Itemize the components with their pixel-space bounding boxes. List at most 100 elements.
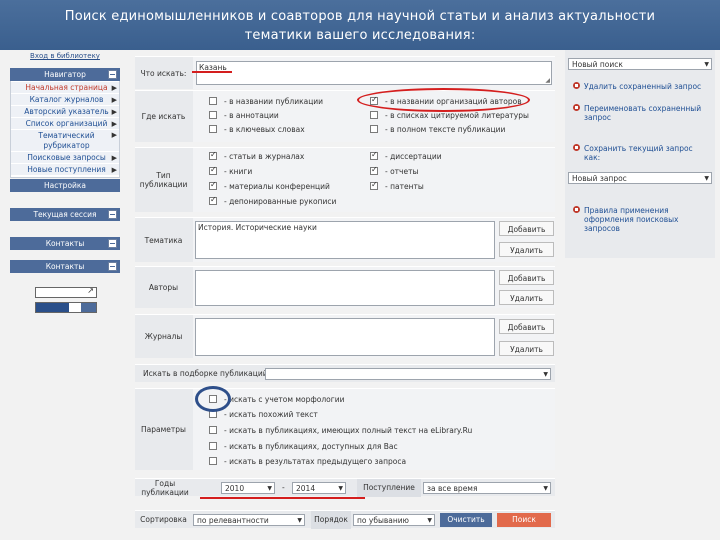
type-body: - статьи в журналах - книги - материалы … — [193, 148, 555, 212]
collapse-icon[interactable] — [108, 262, 117, 271]
option-previous-results: - искать в результатах предыдущего запро… — [224, 457, 407, 466]
save-query-text: Сохранить текущий запрос как: — [584, 144, 693, 162]
collapse-icon[interactable] — [108, 239, 117, 248]
nav-item-label: Тематический рубрикатор — [38, 131, 95, 150]
checkbox-books[interactable] — [209, 165, 217, 175]
authors-body: Добавить Удалить — [193, 267, 555, 308]
navigator-header[interactable]: Навигатор — [10, 68, 120, 81]
received-select[interactable]: за все время ▼ — [423, 482, 551, 494]
save-query-link[interactable]: Сохранить текущий запрос как: — [573, 144, 711, 162]
nav-item-organizations[interactable]: Список организаций ▶ — [11, 118, 119, 130]
checkbox-conferences[interactable] — [209, 180, 217, 190]
journal-row: Журналы Добавить Удалить — [135, 314, 555, 358]
clear-button[interactable]: Очистить — [440, 513, 492, 527]
checkbox-keywords[interactable] — [209, 125, 217, 133]
option-manuscripts: - депонированные рукописи — [224, 197, 337, 206]
year-to-select[interactable]: 2014 ▼ — [292, 482, 346, 494]
nav-item-journals[interactable]: Каталог журналов ▶ — [11, 94, 119, 106]
collapse-icon[interactable] — [108, 70, 117, 79]
received-label: Поступление — [357, 479, 421, 497]
checkbox-references[interactable] — [370, 111, 378, 119]
query-rules-link[interactable]: Правила применения оформления поисковых … — [573, 206, 711, 233]
nav-item-label: Каталог журналов — [29, 95, 104, 104]
checkbox-title[interactable] — [209, 97, 217, 105]
authors-list[interactable] — [195, 270, 495, 306]
nav-item-queries[interactable]: Поисковые запросы ▶ — [11, 152, 119, 164]
nav-item-label: Поисковые запросы — [27, 153, 106, 162]
checkbox-available[interactable] — [209, 442, 217, 450]
topic-list[interactable]: История. Исторические науки — [195, 221, 495, 259]
contacts-panel-header[interactable]: Контакты — [10, 237, 120, 250]
checkbox-fulltext[interactable] — [370, 125, 378, 133]
sort-select[interactable]: по релевантности ▼ — [193, 514, 305, 526]
year-to-value: 2014 — [296, 484, 316, 493]
checkbox-reports[interactable] — [370, 165, 378, 175]
type-row: Тип публикации - статьи в журналах - кни… — [135, 147, 555, 212]
checkbox-manuscripts[interactable] — [209, 195, 217, 205]
option-reports: - отчеты — [385, 167, 419, 176]
topic-remove-button[interactable]: Удалить — [499, 242, 554, 257]
settings-header[interactable]: Настройка — [10, 179, 120, 192]
delete-query-link[interactable]: Удалить сохраненный запрос — [573, 82, 711, 91]
option-fulltext: - в полном тексте публикации — [385, 125, 506, 134]
topic-label: Тематика — [144, 235, 183, 245]
collapse-icon[interactable] — [108, 210, 117, 219]
highlight-ellipse — [357, 88, 530, 112]
nav-item-rubricator[interactable]: Тематический рубрикатор ▶ — [11, 130, 119, 152]
option-keywords: - в ключевых словах — [224, 125, 305, 134]
option-similar: - искать похожий текст — [224, 410, 318, 419]
year-from-select[interactable]: 2010 ▼ — [221, 482, 275, 494]
checkbox-articles[interactable] — [209, 150, 217, 160]
nav-item-label: Список организаций — [25, 119, 108, 128]
rename-query-link[interactable]: Переименовать сохраненный запрос — [573, 104, 711, 122]
checkbox-patents[interactable] — [370, 180, 378, 190]
nav-item-home[interactable]: Начальная страница ▶ — [11, 82, 119, 94]
saved-query-select[interactable]: Новый поиск ▼ — [568, 58, 712, 70]
badge-logo-1[interactable]: ↗ — [35, 286, 97, 298]
order-select[interactable]: по убыванию ▼ — [353, 514, 435, 526]
slide-title-line-1: Поиск единомышленников и соавторов для н… — [64, 9, 656, 24]
nav-item-label: Новые поступления — [27, 165, 106, 174]
nav-item-authors[interactable]: Авторский указатель ▶ — [11, 106, 119, 118]
library-login-link[interactable]: Вход в библиотеку — [10, 50, 120, 62]
params-body: - искать с учетом морфологии - искать по… — [193, 389, 555, 470]
search-query-field[interactable]: Казань ◢ — [196, 61, 552, 85]
query-name-select[interactable]: Новый запрос ▼ — [568, 172, 712, 184]
contacts2-panel-header[interactable]: Контакты — [10, 260, 120, 273]
badge-logo-2[interactable] — [35, 302, 97, 313]
topic-add-button[interactable]: Добавить — [499, 221, 554, 236]
option-morphology: - искать с учетом морфологии — [224, 395, 345, 404]
collection-row: Искать в подборке публикаций ▼ — [135, 364, 555, 382]
option-patents: - патенты — [385, 182, 424, 191]
session-panel-header[interactable]: Текущая сессия — [10, 208, 120, 221]
authors-row: Авторы Добавить Удалить — [135, 266, 555, 308]
authors-add-button[interactable]: Добавить — [499, 270, 554, 285]
save-icon — [573, 144, 580, 151]
option-references: - в списках цитируемой литературы — [385, 111, 529, 120]
search-button[interactable]: Поиск — [497, 513, 551, 527]
journal-list[interactable] — [195, 318, 495, 356]
info-icon — [573, 206, 580, 213]
saved-queries-panel: Новый поиск ▼ Удалить сохраненный запрос… — [565, 50, 715, 258]
nav-item-new[interactable]: Новые поступления ▶ — [11, 164, 119, 176]
triangle-right-icon: ▶ — [111, 84, 117, 92]
checkbox-has-fulltext[interactable] — [209, 426, 217, 434]
triangle-right-icon: ▶ — [111, 108, 117, 116]
topic-row: Тематика История. Исторические науки Доб… — [135, 217, 555, 262]
session-panel-title: Текущая сессия — [33, 210, 97, 219]
checkbox-previous-results[interactable] — [209, 457, 217, 465]
years-label: Годы публикации — [141, 478, 189, 497]
resize-handle-icon[interactable]: ◢ — [545, 77, 550, 84]
underline-annotation — [192, 71, 232, 73]
checkbox-dissertations[interactable] — [370, 150, 378, 160]
triangle-right-icon: ▶ — [111, 166, 117, 174]
checkbox-abstract[interactable] — [209, 111, 217, 119]
journal-label: Журналы — [144, 332, 183, 341]
collection-select[interactable]: ▼ — [265, 368, 551, 380]
dropdown-arrow-icon: ▼ — [297, 517, 302, 524]
authors-label: Авторы — [148, 283, 179, 292]
journal-add-button[interactable]: Добавить — [499, 319, 554, 334]
year-range-dash: - — [282, 483, 285, 492]
authors-remove-button[interactable]: Удалить — [499, 290, 554, 305]
journal-remove-button[interactable]: Удалить — [499, 341, 554, 356]
